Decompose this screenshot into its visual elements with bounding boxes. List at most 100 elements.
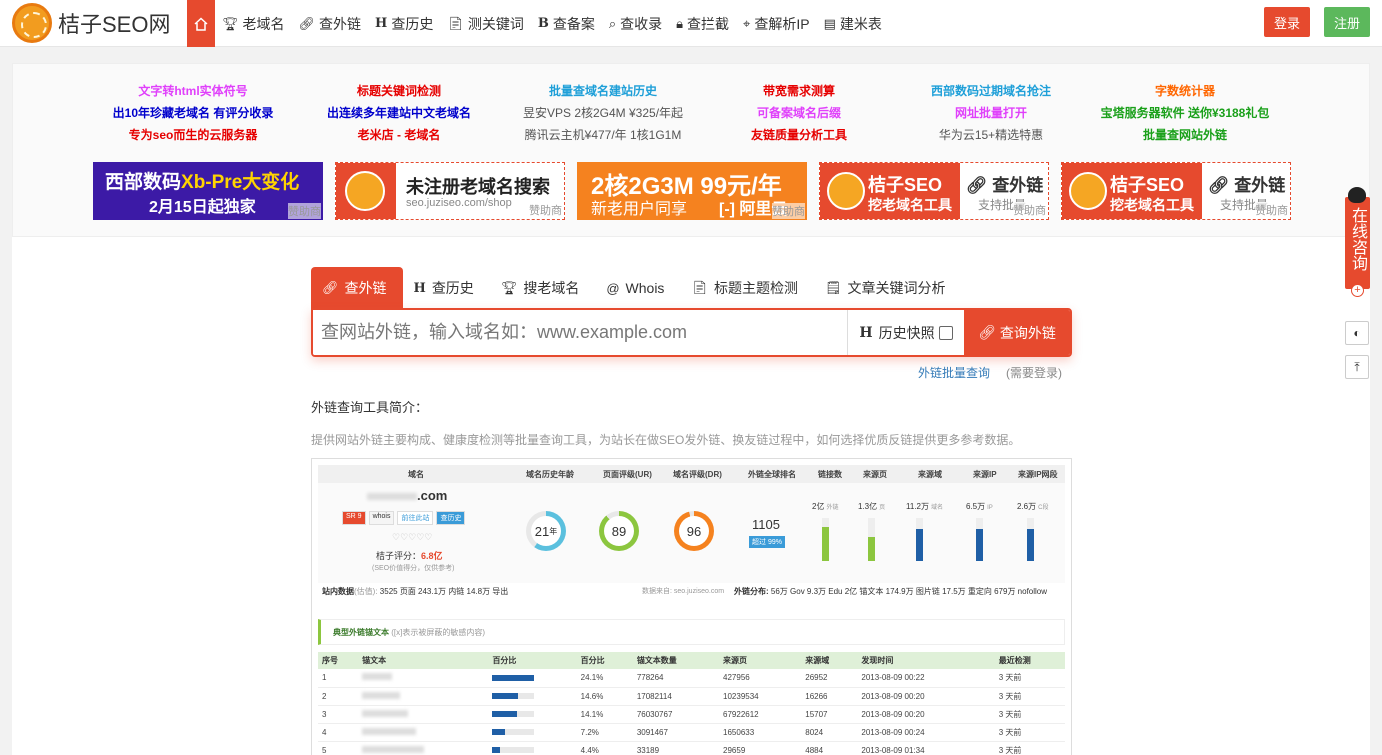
gauge-value: 89 (611, 523, 627, 539)
theme-toggle-icon[interactable]: ◐ (1345, 321, 1369, 345)
history-checkbox[interactable] (938, 325, 953, 340)
domain-search-input[interactable] (313, 310, 847, 355)
sponsor-label: 赞助商 (1255, 202, 1288, 218)
ad-banner-west-digital[interactable]: 西部数码Xb-Pre大变化 2月15日起独家 赞助商 (93, 162, 323, 220)
ad-text-link[interactable]: 带宽需求测算 (699, 80, 899, 102)
ad-text-link[interactable]: 出连续多年建站中文老域名 (299, 102, 499, 124)
site-data-values: 3525 页面 243.1万 内链 14.8万 导出 (379, 587, 509, 596)
tab-3[interactable]: 🏆︎ 搜老域名 (490, 267, 596, 309)
tab-label: 搜老域名 (523, 280, 580, 296)
nav-item-2[interactable]: 🔗︎ 查外链 (292, 0, 369, 47)
nav-item-5[interactable]: B 查备案 (531, 0, 602, 47)
result-header-cell: 域名历史年龄 (526, 469, 574, 479)
rank-badge: 超过 99% (749, 536, 785, 548)
site-data-label: 站内数据 (322, 587, 354, 596)
table-cell (488, 741, 577, 755)
table-cell: 4 (318, 723, 359, 742)
result-header: 域名 域名历史年龄 页面评级(UR) 域名评级(DR) 外链全球排名 链接数 来源页 来源域 来… (318, 465, 1065, 483)
document-icon: 📄︎ (447, 15, 464, 31)
search-icon: ⌕ (608, 15, 617, 31)
location-icon: ⌖ (743, 15, 751, 31)
ad-text-link[interactable]: 华为云15+精选特惠 (891, 124, 1091, 146)
table-header-cell: 来源页 (719, 652, 802, 669)
table-header-cell: 最近检测 (994, 652, 1065, 669)
domain-tag[interactable]: 查历史 (436, 511, 466, 525)
ad-text-link[interactable]: 专为seo而生的云服务器 (93, 124, 293, 146)
banner-subtext: 挖老域名工具 (868, 197, 952, 213)
domain-tag[interactable]: whois (368, 511, 395, 525)
batch-query-link[interactable]: 外链批量查询 (918, 364, 990, 381)
table-row: 2 14.6% 17082114 10239534 16266 2013-08-09 00… (318, 687, 1065, 706)
sponsor-label: 赞助商 (288, 203, 321, 219)
masked-anchor-text (362, 709, 409, 717)
masked-domain (367, 493, 417, 500)
tab-6[interactable]: 🗒︎ 文章关键词分析 (814, 267, 962, 309)
ad-banner-domain-search[interactable]: 未注册老域名搜索 seo.juziseo.com/shop 赞助商 (335, 162, 565, 220)
ad-text-link[interactable]: 标题关键词检测 (299, 80, 499, 102)
query-backlinks-button[interactable]: 🔗︎ 查询外链 (964, 310, 1070, 355)
ad-text-link[interactable]: 昱安VPS 2核2G4M ¥325/年起 (503, 102, 703, 124)
link-stat-unit: C段 (1038, 505, 1049, 511)
ad-text-link[interactable]: 网址批量打开 (891, 102, 1091, 124)
ad-text-link[interactable]: 友链质量分析工具 (699, 124, 899, 146)
ad-banner-juzi-tool-2[interactable]: 桔子SEO 挖老域名工具 🔗︎ 查外链 支持批量 赞助商 (1061, 162, 1291, 220)
ad-text-link[interactable]: 字数统计器 (1085, 80, 1285, 102)
banner-subtext: 新老用户同享 (591, 201, 688, 218)
banner-text: 西部数码 (105, 172, 182, 193)
domain-tag[interactable]: SR 9 (342, 511, 366, 525)
link-stat: 11.2万 域名 (906, 501, 943, 512)
table-cell: 1650633 (719, 723, 802, 742)
nav-item-3[interactable]: H 查历史 (368, 0, 440, 47)
domain-tag[interactable]: 前往此站 (397, 511, 434, 525)
nav-item-6[interactable]: ⌕ 查收录 (602, 0, 669, 47)
sponsor-label: 赞助商 (529, 202, 562, 218)
ad-text-link[interactable]: 文字转html实体符号 (93, 80, 293, 102)
ad-text-link[interactable]: 可备案域名后缀 (699, 102, 899, 124)
nav-item-9[interactable]: ▤ 建米表 (817, 0, 889, 47)
banner-subtext: 2月15日起独家 (149, 199, 256, 216)
ad-text-link[interactable]: 西部数码过期域名抢注 (891, 80, 1091, 102)
ad-text-link[interactable]: 宝塔服务器软件 送你¥3188礼包 (1085, 102, 1285, 124)
link-stat-unit: 域名 (930, 505, 943, 511)
tab-2[interactable]: H 查历史 (403, 267, 490, 309)
anchor-section-note: ([x]表示被屏蔽的敏感内容) (391, 628, 486, 637)
nav-item-1[interactable]: 🏆︎ 老域名 (215, 0, 292, 47)
domain-suffix: .com (417, 488, 448, 503)
table-cell: 26952 (801, 669, 858, 688)
note-icon: 🗒︎ (824, 280, 842, 295)
orange-icon (345, 171, 385, 211)
data-source: 数据来自: seo.juziseo.com (642, 588, 725, 595)
ad-text-column: 字数统计器 宝塔服务器软件 送你¥3188礼包 批量查网站外链 (1085, 80, 1285, 146)
ad-banner-juzi-tool-1[interactable]: 桔子SEO 挖老域名工具 🔗︎ 查外链 支持批量 赞助商 (819, 162, 1049, 220)
anchor-section: 典型外链锚文本 ([x]表示被屏蔽的敏感内容) (318, 619, 1065, 645)
table-cell: 2 (318, 687, 359, 706)
search-box: H 历史快照 🔗︎ 查询外链 (311, 308, 1072, 357)
table-cell: 24.1% (576, 669, 633, 688)
tab-1[interactable]: 🔗︎ 查外链 (311, 267, 403, 309)
site-logo[interactable]: 桔子SEO网 (12, 3, 170, 43)
ad-text-link[interactable]: 老米店 - 老域名 (299, 124, 499, 146)
link-stat: 6.5万 IP (966, 501, 993, 512)
scroll-top-icon[interactable]: ⤒ (1345, 355, 1369, 379)
nav-item-7[interactable]: 🔒︎ 查拦截 (669, 0, 736, 47)
link-icon: 🔗︎ (322, 280, 339, 295)
nav-item-8[interactable]: ⌖ 查解析IP (736, 0, 817, 47)
ad-text-link[interactable]: 批量查域名建站历史 (503, 80, 703, 102)
ad-banner-aliyun[interactable]: 2核2G3M 99元/年 新老用户同享 [-] 阿里云 赞助商 (577, 162, 807, 220)
nav-item-label: 查外链 (319, 15, 362, 32)
register-button[interactable]: 注册 (1324, 7, 1370, 37)
login-button[interactable]: 登录 (1264, 7, 1310, 37)
anchor-table: 序号 锚文本 百分比 百分比 锚文本数量 来源页 来源域 发现时间 最近检测 1 24.1% 778… (318, 652, 1065, 755)
nav-item-label: 查收录 (620, 15, 663, 32)
ad-text-link[interactable]: 出10年珍藏老域名 有评分收录 (93, 102, 293, 124)
online-consult-button[interactable]: 在线咨询 (1345, 197, 1370, 289)
tab-4[interactable]: @ Whois (595, 267, 680, 309)
nav-item-4[interactable]: 📄︎ 测关键词 (440, 0, 531, 47)
ad-text-link[interactable]: 批量查网站外链 (1085, 124, 1285, 146)
home-icon[interactable] (187, 0, 215, 47)
table-cell: 427956 (719, 669, 802, 688)
ad-text-link[interactable]: 腾讯云主机¥477/年 1核1G1M (503, 124, 703, 146)
tab-5[interactable]: 📄︎ 标题主题检测 (680, 267, 814, 309)
history-snapshot-toggle[interactable]: H 历史快照 (847, 310, 964, 355)
anchor-section-title: 典型外链锚文本 (333, 628, 389, 637)
